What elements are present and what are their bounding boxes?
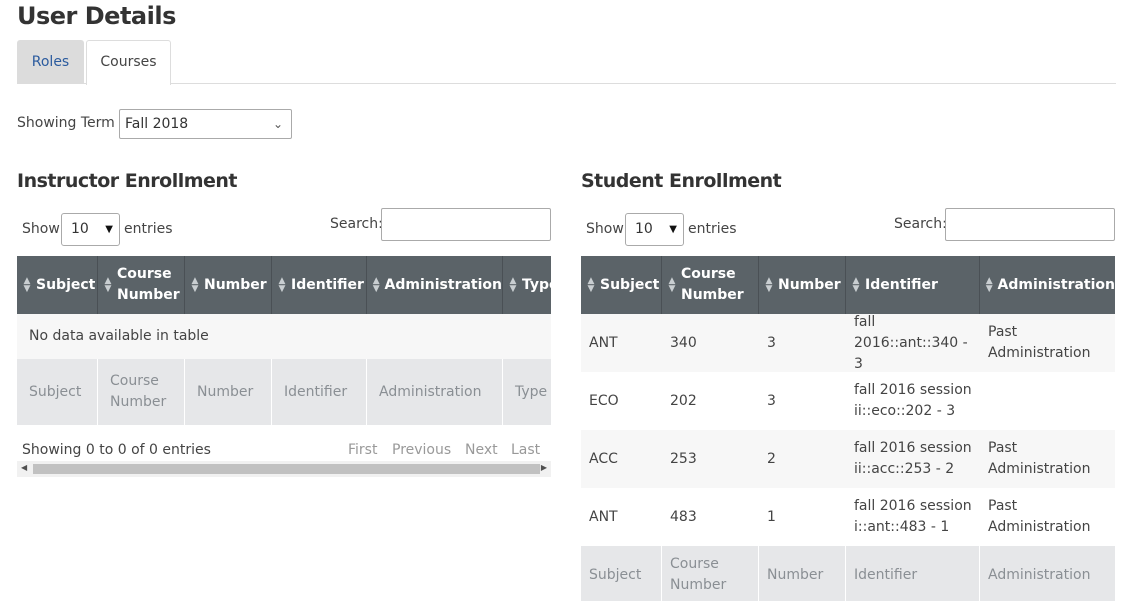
cell-administration: Past Administration — [988, 324, 1091, 361]
sort-icon: ▲ ▼ — [985, 276, 993, 294]
cell-identifier: fall 2016 session i::ant::483 - 1 — [854, 498, 972, 535]
student-col-administration[interactable]: ▲ ▼ Administration — [980, 256, 1115, 314]
sort-icon: ▲ ▼ — [668, 276, 676, 294]
instructor-table-footer: Subject Course Number Number Identifier … — [17, 359, 551, 425]
instructor-page-length-value: 10 — [71, 221, 89, 237]
sort-icon: ▲ ▼ — [587, 276, 595, 294]
instructor-foot-administration: Administration — [367, 359, 503, 425]
instructor-empty-row: No data available in table — [17, 314, 551, 359]
term-select[interactable]: Fall 2018 ⌄ — [119, 109, 292, 139]
caret-down-icon: ▼ — [105, 224, 113, 235]
sort-icon: ▲ ▼ — [852, 276, 860, 294]
instructor-foot-number: Number — [185, 359, 272, 425]
student-search-input[interactable] — [945, 208, 1115, 241]
student-col-number[interactable]: ▲ ▼ Number — [759, 256, 846, 314]
pager-previous[interactable]: Previous — [392, 442, 451, 458]
student-col-subject[interactable]: ▲ ▼ Subject — [581, 256, 662, 314]
student-table: ▲ ▼ Subject ▲ ▼ Course Number ▲ ▼ Number ▲ ▼ Ide… — [581, 256, 1115, 601]
student-page-length-value: 10 — [635, 221, 653, 237]
instructor-table: ▲ ▼ Subject ▲ ▼ Course Number ▲ ▼ Number ▲ ▼ Ide… — [17, 256, 551, 426]
instructor-search-input[interactable] — [381, 208, 551, 241]
instructor-entries-label: entries — [124, 221, 173, 237]
instructor-foot-type: Type — [503, 359, 551, 425]
instructor-col-number[interactable]: ▲ ▼ Number — [185, 256, 272, 314]
cell-course-number: 340 — [670, 334, 697, 351]
sort-icon: ▲ ▼ — [509, 276, 517, 294]
cell-subject: ECO — [589, 392, 619, 409]
cell-subject: ANT — [589, 508, 618, 525]
sort-icon: ▲ ▼ — [765, 276, 773, 294]
student-table-footer: Subject Course Number Number Identifier … — [581, 546, 1115, 601]
sort-icon: ▲ ▼ — [372, 276, 380, 294]
cell-course-number: 202 — [670, 392, 697, 409]
table-row: ANT 340 3 fall 2016::ant::340 - 3 Past A… — [581, 314, 1115, 372]
cell-identifier: fall 2016 session ii::eco::202 - 3 — [854, 382, 972, 419]
cell-course-number: 483 — [670, 508, 697, 525]
cell-number: 2 — [767, 450, 776, 467]
cell-administration — [980, 372, 1100, 430]
instructor-col-identifier[interactable]: ▲ ▼ Identifier — [272, 256, 367, 314]
instructor-foot-subject: Subject — [17, 359, 98, 425]
student-foot-administration: Administration — [988, 566, 1091, 583]
student-entries-label: entries — [688, 221, 737, 237]
instructor-table-info: Showing 0 to 0 of 0 entries — [22, 442, 211, 458]
scroll-left-icon[interactable]: ◀ — [21, 463, 27, 472]
cell-subject: ACC — [589, 450, 618, 467]
pager-first[interactable]: First — [348, 442, 377, 458]
student-search-label: Search: — [894, 216, 947, 232]
table-row: ANT 483 1 fall 2016 session i::ant::483 … — [581, 488, 1115, 546]
instructor-col-type[interactable]: ▲▼Type — [503, 256, 551, 314]
student-page-length-select[interactable]: 10 ▼ — [625, 213, 684, 246]
instructor-enrollment-title: Instructor Enrollment — [17, 170, 238, 192]
sort-icon: ▲ ▼ — [278, 276, 286, 294]
cell-identifier: fall 2016::ant::340 - 3 — [854, 313, 968, 372]
tab-courses[interactable]: Courses — [86, 40, 171, 85]
scrollbar-thumb[interactable] — [33, 464, 540, 474]
student-show-label: Show — [586, 221, 624, 237]
table-row: ECO 202 3 fall 2016 session ii::eco::202… — [581, 372, 1115, 430]
student-enrollment-title: Student Enrollment — [581, 170, 782, 192]
cell-administration: Past Administration — [988, 498, 1091, 535]
caret-down-icon: ▼ — [669, 224, 677, 235]
sort-icon: ▲ ▼ — [191, 276, 199, 294]
student-foot-course-number: Course Number — [662, 546, 759, 601]
cell-number: 1 — [767, 508, 776, 525]
cell-identifier: fall 2016 session ii::acc::253 - 2 — [854, 440, 972, 477]
cell-course-number: 253 — [670, 450, 697, 467]
instructor-foot-identifier: Identifier — [272, 359, 367, 425]
cell-administration: Past Administration — [988, 440, 1091, 477]
cell-subject: ANT — [589, 334, 618, 351]
cell-number: 3 — [767, 334, 776, 351]
instructor-page-length-select[interactable]: 10 ▼ — [61, 213, 120, 246]
instructor-col-administration[interactable]: ▲ ▼ Administration — [367, 256, 503, 314]
pager-last[interactable]: Last — [511, 442, 540, 458]
student-foot-number: Number — [759, 546, 846, 601]
pager-next[interactable]: Next — [465, 442, 498, 458]
instructor-search-label: Search: — [330, 216, 383, 232]
sort-icon: ▲ ▼ — [23, 276, 31, 294]
scroll-right-icon[interactable]: ▶ — [541, 463, 547, 472]
table-row: ACC 253 2 fall 2016 session ii::acc::253… — [581, 430, 1115, 488]
tab-roles[interactable]: Roles — [17, 40, 84, 84]
cell-number: 3 — [767, 392, 776, 409]
page-title: User Details — [17, 2, 176, 30]
student-foot-identifier: Identifier — [846, 546, 980, 601]
term-select-value: Fall 2018 — [125, 116, 189, 132]
horizontal-scrollbar[interactable]: ◀ ▶ — [17, 461, 551, 477]
instructor-table-header: ▲ ▼ Subject ▲ ▼ Course Number ▲ ▼ Number ▲ ▼ Ide… — [17, 256, 551, 314]
chevron-down-icon: ⌄ — [272, 117, 283, 131]
student-foot-subject: Subject — [581, 546, 662, 601]
term-label: Showing Term — [17, 115, 115, 131]
instructor-foot-course-number: Course Number — [98, 359, 185, 425]
instructor-col-subject[interactable]: ▲ ▼ Subject — [17, 256, 98, 314]
tab-bar: Roles Courses — [17, 40, 1116, 85]
instructor-col-course-number[interactable]: ▲ ▼ Course Number — [98, 256, 185, 314]
student-col-course-number[interactable]: ▲ ▼ Course Number — [662, 256, 759, 314]
student-table-header: ▲ ▼ Subject ▲ ▼ Course Number ▲ ▼ Number ▲ ▼ Ide… — [581, 256, 1115, 314]
instructor-show-label: Show — [22, 221, 60, 237]
student-col-identifier[interactable]: ▲ ▼ Identifier — [846, 256, 980, 314]
sort-icon: ▲ ▼ — [104, 276, 112, 294]
